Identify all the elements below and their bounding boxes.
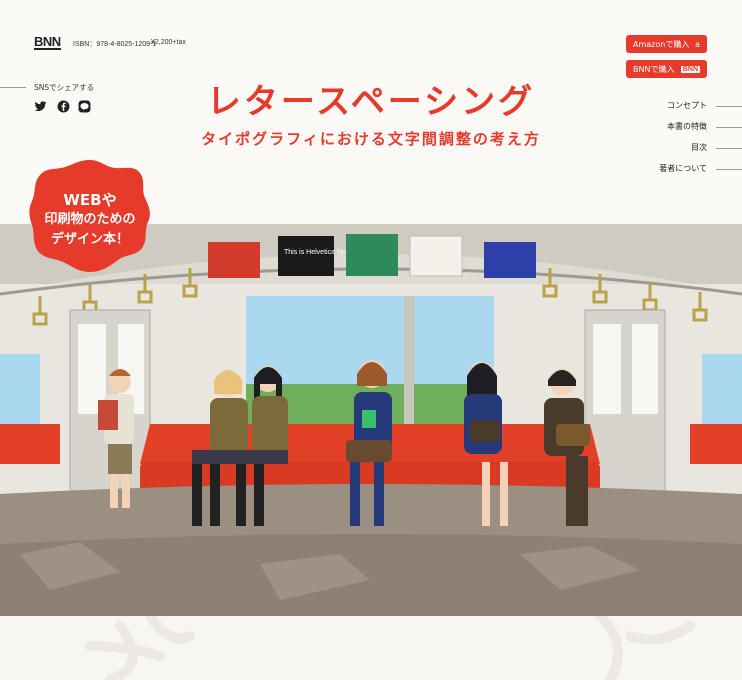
side-nav: コンセプト 本書の特徴 目次 著者について (632, 100, 742, 184)
buy-bnn-button[interactable]: BNNで購入 BNN (626, 60, 707, 78)
poster-helvetica-text: This is Helvetica Now. (284, 249, 353, 256)
bnn-icon: BNN (680, 65, 700, 73)
nav-item-author[interactable]: 著者について (632, 163, 742, 184)
nav-item-concept[interactable]: コンセプト (632, 100, 742, 121)
door-right-window-2 (632, 324, 658, 414)
amazon-icon: a (695, 39, 700, 49)
footer-band (0, 616, 742, 680)
isbn-text: ISBN：978-4-8025-1209-1 (73, 41, 157, 48)
nav-item-features[interactable]: 本書の特徴 (632, 121, 742, 142)
poster-red (208, 242, 260, 278)
side-window-right (702, 354, 742, 434)
badge-line-2: 印刷物のための (44, 212, 136, 227)
buy-amazon-button[interactable]: Amazonで購入 a (626, 35, 707, 53)
buy-bnn-label: BNNで購入 (633, 64, 675, 74)
nav-item-contents[interactable]: 目次 (632, 142, 742, 163)
poster-blue (484, 242, 536, 278)
hero-illustration: This is Helvetica Now. (0, 224, 742, 616)
footer-brush-pattern (85, 616, 695, 680)
floor-shadow (0, 534, 742, 616)
poster-white (409, 235, 463, 277)
buy-amazon-label: Amazonで購入 (633, 39, 690, 49)
poster-helvetica (278, 236, 334, 276)
poster-green (346, 234, 398, 276)
side-window-left (0, 354, 40, 434)
price-text: ¥2,200+tax (151, 39, 186, 46)
window-pillar (404, 296, 414, 436)
badge-line-3: デザイン本！ (50, 232, 129, 247)
page-subtitle: タイポグラフィにおける文字間調整の考え方 (201, 130, 541, 148)
badge-text: WEBや 印刷物のための デザイン本！ (28, 190, 152, 250)
door-right-window (593, 324, 621, 414)
seat-right (690, 424, 742, 464)
page-title: レタースペーシング (206, 82, 536, 122)
badge-line-1: WEBや (63, 191, 117, 209)
seat-left (0, 424, 60, 464)
train-interior-illustration: This is Helvetica Now. (0, 224, 742, 616)
publisher-logo[interactable]: BNN (34, 35, 61, 50)
